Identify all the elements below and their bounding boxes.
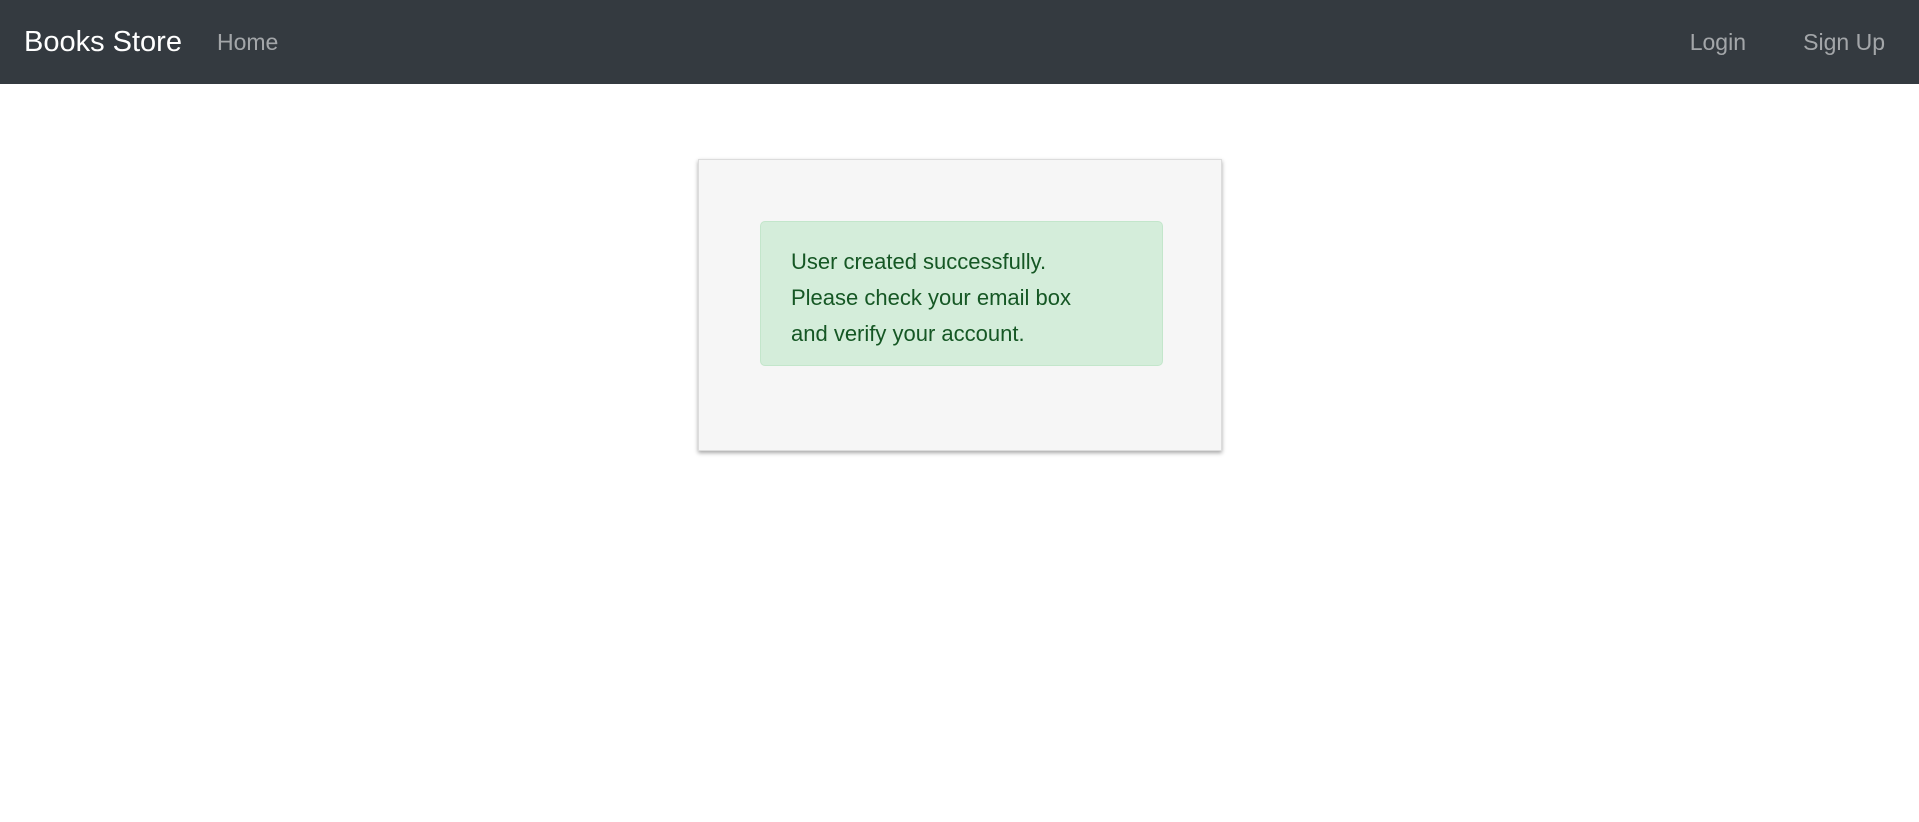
alert-line-1: User created successfully. (791, 249, 1047, 274)
message-card: User created successfully. Please check … (698, 159, 1222, 451)
brand-link[interactable]: Books Store (24, 0, 182, 84)
success-alert: User created successfully. Please check … (760, 221, 1163, 366)
nav-link-sign-up[interactable]: Sign Up (1803, 0, 1885, 84)
nav-link-home[interactable]: Home (217, 0, 278, 84)
nav-link-login[interactable]: Login (1690, 0, 1746, 84)
alert-line-3: and verify your account. (791, 321, 1025, 346)
alert-line-2: Please check your email box (791, 285, 1072, 310)
top-navbar: Books Store Home Login Sign Up (0, 0, 1919, 84)
